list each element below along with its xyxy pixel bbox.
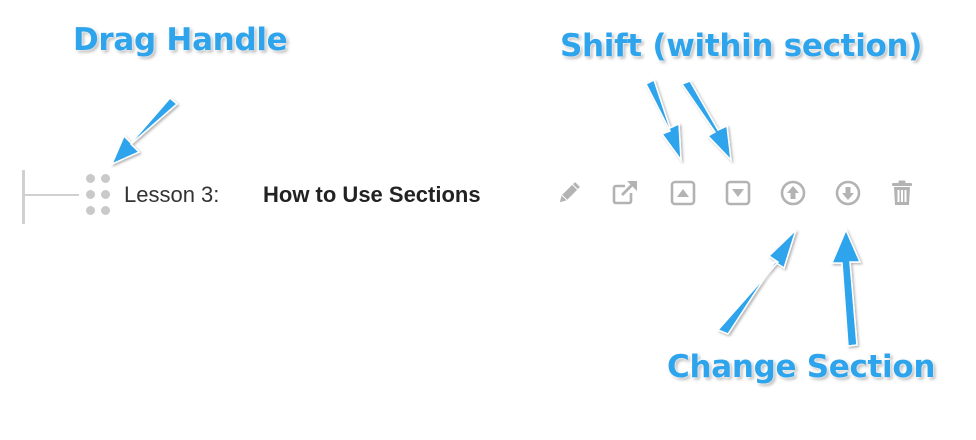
previous-section-button[interactable]	[778, 178, 808, 208]
edit-button[interactable]	[554, 178, 584, 208]
drag-handle-arrow	[110, 96, 179, 166]
lesson-title: How to Use Sections	[263, 182, 481, 207]
tree-horizontal-line	[25, 194, 79, 196]
shift-annotation: Shift (within section)	[560, 28, 923, 64]
shift-up-button[interactable]	[668, 178, 698, 208]
section-down-arrow	[830, 228, 862, 347]
shift-down-arrow	[680, 80, 733, 163]
lesson-number: Lesson 3:	[124, 182, 220, 207]
tree-vertical-line	[22, 170, 25, 224]
drag-handle-annotation: Drag Handle	[73, 22, 288, 58]
arrow-circle-down-icon	[835, 180, 861, 206]
change-section-annotation: Change Section	[667, 349, 936, 385]
external-link-icon	[612, 181, 637, 205]
caret-down-square-icon	[725, 180, 751, 206]
next-section-button[interactable]	[833, 178, 863, 208]
caret-up-square-icon	[670, 180, 696, 206]
trash-icon	[892, 180, 912, 205]
drag-handle[interactable]	[84, 172, 114, 218]
arrow-circle-up-icon	[780, 180, 806, 206]
pencil-icon	[559, 182, 580, 203]
delete-button[interactable]	[887, 178, 917, 208]
section-up-arrow	[716, 229, 797, 335]
open-link-button[interactable]	[609, 178, 639, 208]
shift-up-arrow	[644, 78, 682, 163]
shift-down-button[interactable]	[723, 178, 753, 208]
